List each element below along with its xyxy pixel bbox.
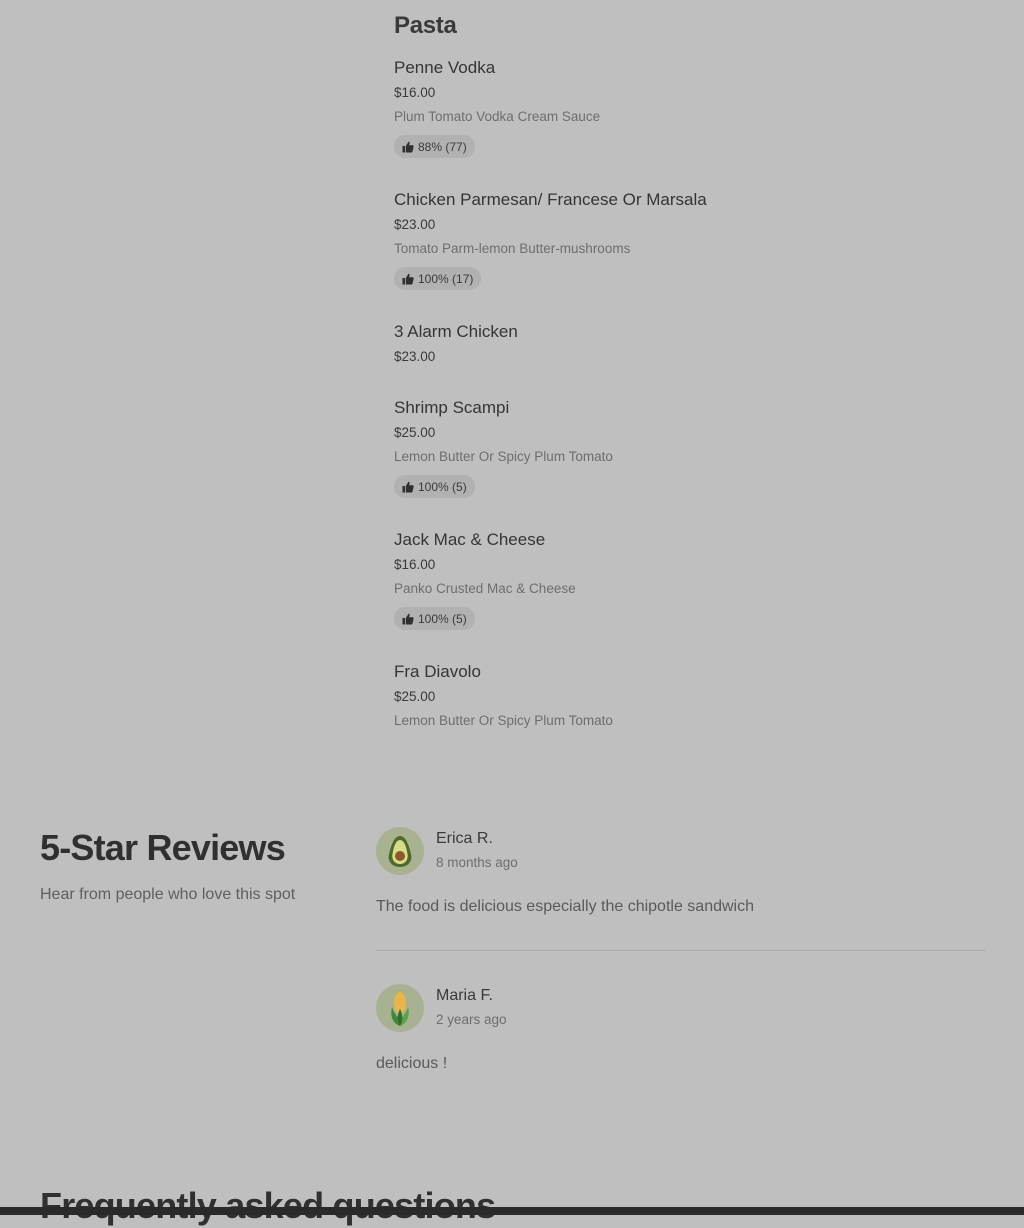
menu-item[interactable]: Penne Vodka $16.00 Plum Tomato Vodka Cre… [394,56,994,158]
item-price: $25.00 [394,425,436,440]
item-description: Panko Crusted Mac & Cheese [394,581,576,596]
rating-badge: 88% (77) [394,135,475,158]
bottom-bar [0,1207,1024,1215]
item-name: Fra Diavolo [394,662,481,681]
item-price: $23.00 [394,349,436,364]
review-text: delicious ! [376,1055,448,1072]
item-price: $16.00 [394,557,436,572]
item-name: Shrimp Scampi [394,398,510,417]
rating-text: 88% (77) [418,139,467,154]
menu-item[interactable]: Fra Diavolo $25.00 Lemon Butter Or Spicy… [394,660,994,733]
reviews-subtitle: Hear from people who love this spot [40,886,296,903]
section-title: Pasta [394,12,457,39]
menu-section-pasta: Pasta Penne Vodka $16.00 Plum Tomato Vod… [394,8,994,728]
reviews-title: 5-Star Reviews [40,827,286,868]
thumbs-up-icon [402,141,414,152]
item-description: Lemon Butter Or Spicy Plum Tomato [394,713,613,728]
thumbs-up-icon [402,273,414,284]
menu-item[interactable]: 3 Alarm Chicken $23.00 [394,320,994,369]
corn-icon [391,992,409,1026]
avocado-icon [388,836,412,867]
rating-badge: 100% (5) [394,607,475,630]
review-text: The food is delicious especially the chi… [376,898,754,915]
rating-badge: 100% (5) [394,475,475,498]
item-price: $23.00 [394,217,436,232]
item-description: Lemon Butter Or Spicy Plum Tomato [394,449,613,464]
item-description: Tomato Parm-lemon Butter-mushrooms [394,241,631,256]
reviewer-name: Erica R. [436,830,493,847]
menu-item[interactable]: Jack Mac & Cheese $16.00 Panko Crusted M… [394,528,994,630]
item-name: Jack Mac & Cheese [394,530,546,549]
item-name: Chicken Parmesan/ Francese Or Marsala [394,190,707,209]
rating-text: 100% (5) [418,611,467,626]
reviewer-name: Maria F. [436,987,493,1004]
avatar [376,827,424,875]
item-description: Plum Tomato Vodka Cream Sauce [394,109,601,124]
review-time: 2 years ago [436,1012,507,1027]
item-price: $16.00 [394,85,436,100]
item-name: 3 Alarm Chicken [394,322,518,341]
thumbs-up-icon [402,613,414,624]
thumbs-up-icon [402,481,414,492]
review-divider [376,950,986,951]
item-name: Penne Vodka [394,58,496,77]
faq-title: Frequently asked questions [40,1185,496,1226]
rating-badge: 100% (17) [394,267,482,290]
avatar [376,984,424,1032]
review-time: 8 months ago [436,855,518,870]
rating-text: 100% (5) [418,479,467,494]
reviews-header: 5-Star Reviews Hear from people who love… [40,826,360,907]
menu-item[interactable]: Chicken Parmesan/ Francese Or Marsala $2… [394,188,994,290]
menu-item[interactable]: Shrimp Scampi $25.00 Lemon Butter Or Spi… [394,396,994,498]
item-price: $25.00 [394,689,436,704]
rating-text: 100% (17) [418,271,474,286]
